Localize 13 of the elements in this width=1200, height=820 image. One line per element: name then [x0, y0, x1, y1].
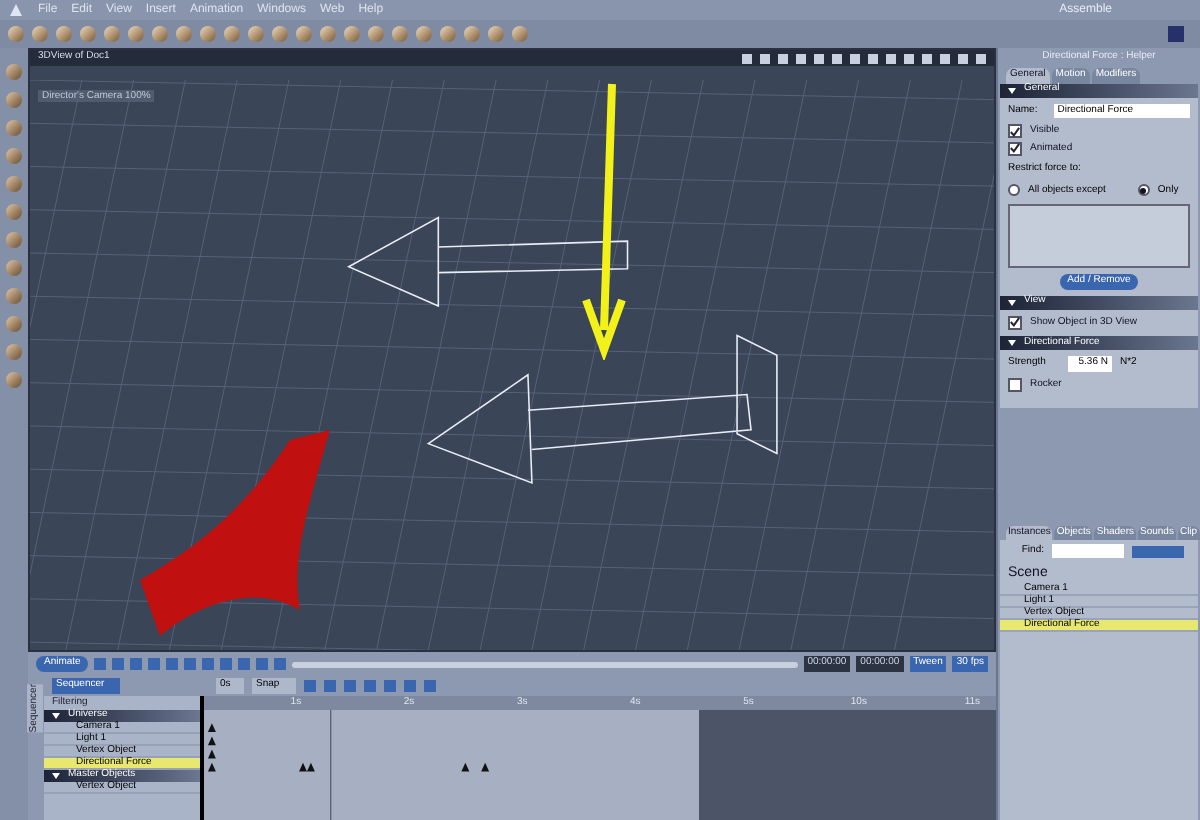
caret-icon[interactable] [1008, 87, 1016, 93]
caret-icon[interactable] [52, 712, 60, 720]
caret-icon[interactable] [1008, 340, 1016, 346]
radio-button[interactable] [1137, 184, 1150, 197]
caret-icon[interactable] [1008, 299, 1016, 305]
timeline-scrubber[interactable] [292, 661, 798, 667]
filter-dropdown[interactable] [1132, 545, 1184, 558]
checkbox[interactable] [1008, 141, 1022, 156]
radio-button[interactable] [1008, 184, 1020, 197]
find-field[interactable] [1052, 544, 1124, 559]
checkbox[interactable] [1008, 315, 1022, 330]
checkbox[interactable] [1008, 124, 1022, 139]
checkbox[interactable] [1008, 377, 1022, 392]
